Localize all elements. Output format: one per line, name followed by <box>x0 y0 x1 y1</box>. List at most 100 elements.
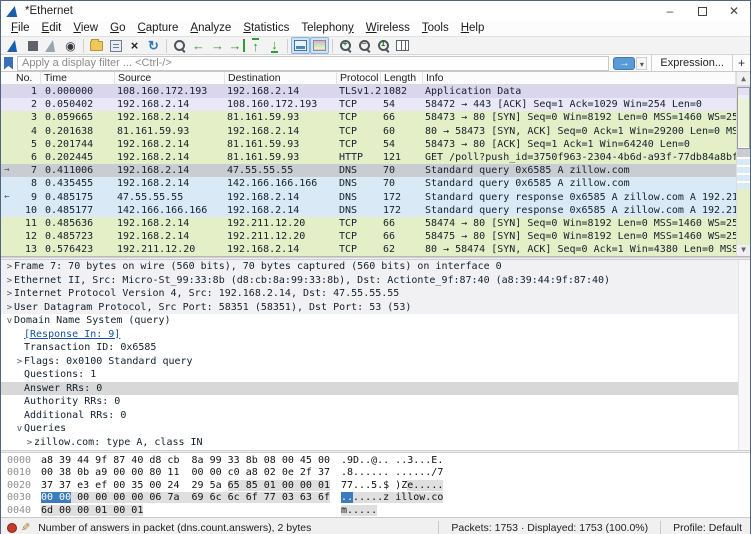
detail-row[interactable]: Answer RRs: 0 <box>1 381 750 395</box>
capture-options-button[interactable]: ◉ <box>61 37 80 54</box>
hex-ascii[interactable]: .8...... ....../7 <box>341 467 443 478</box>
goto-packet-button[interactable]: → <box>227 37 246 54</box>
restart-capture-button[interactable] <box>42 37 61 54</box>
collapsed-chevron-icon[interactable]: > <box>5 302 14 316</box>
filter-bookmark-icon[interactable] <box>4 56 13 70</box>
response-in-link[interactable]: [Response In: 9] <box>24 329 120 340</box>
detail-row[interactable]: > Frame 7: 70 bytes on wire (560 bits), 7… <box>1 260 750 274</box>
detail-row[interactable]: > User Datagram Protocol, Src Port: 58351… <box>1 300 750 316</box>
hex-ascii[interactable]: 77...5.$ )Ze..... <box>341 479 444 491</box>
scroll-up-icon[interactable]: ▲ <box>737 72 750 85</box>
column-header-protocol[interactable]: Protocol <box>337 72 381 84</box>
previous-packet-button[interactable]: ← <box>189 37 208 54</box>
packet-row[interactable]: 8 0.435455 192.168.2.14 142.166.166.166 DNS 7… <box>1 177 736 191</box>
expert-info-icon[interactable] <box>7 522 17 533</box>
collapsed-chevron-icon[interactable]: > <box>25 437 34 451</box>
zoom-reset-button[interactable]: 1 <box>374 37 393 54</box>
packet-row[interactable]: 11 0.485636 192.168.2.14 192.211.12.20 TCP 66… <box>1 216 736 231</box>
detail-row[interactable]: > Flags: 0x0100 Standard query <box>1 355 750 369</box>
column-header-length[interactable]: Length <box>381 72 423 84</box>
menu-edit[interactable]: Edit <box>36 21 68 36</box>
filter-dropdown-caret[interactable]: ▾ <box>636 56 648 70</box>
collapsed-chevron-icon[interactable]: > <box>5 275 14 289</box>
collapsed-chevron-icon[interactable]: > <box>5 261 14 275</box>
packet-row[interactable]: 12 0.485723 192.168.2.14 192.211.12.20 TCP 66… <box>1 230 736 244</box>
packet-row[interactable]: 4 0.201638 81.161.59.93 192.168.2.14 TCP 60 80… <box>1 124 736 138</box>
hex-bytes[interactable]: a8 39 44 9f 87 40 d8 cb 8a 99 33 8b 08 0… <box>41 455 341 467</box>
hex-row[interactable]: 0020 37 37 e3 ef 00 35 00 24 29 5a 65 85 … <box>7 479 750 492</box>
find-packet-button[interactable] <box>170 37 189 54</box>
column-header-destination[interactable]: Destination <box>225 72 337 84</box>
column-header-time[interactable]: Time <box>41 72 115 84</box>
packet-row[interactable]: 3 0.059665 192.168.2.14 81.161.59.93 TCP 66 58… <box>1 111 736 125</box>
hex-bytes[interactable]: 6d 00 00 01 00 01 <box>41 504 341 517</box>
packet-row[interactable]: ← 9 0.485175 47.55.55.55 192.168.2.14 DNS 172 S… <box>1 190 736 204</box>
scrollbar-minimap[interactable] <box>737 85 750 245</box>
detail-row[interactable]: > zillow.com: type A, class IN <box>1 436 750 450</box>
collapsed-chevron-icon[interactable]: > <box>15 356 24 370</box>
hex-ascii[interactable]: m..... <box>341 504 378 516</box>
packet-row[interactable]: 10 0.485177 142.166.166.166 192.168.2.14 DNS… <box>1 203 736 217</box>
menu-analyze[interactable]: Analyze <box>184 21 237 36</box>
packet-row[interactable]: 5 0.201744 192.168.2.14 81.161.59.93 TCP 54 58… <box>1 137 736 151</box>
close-button[interactable]: ✕ <box>718 1 750 21</box>
hex-bytes[interactable]: 00 38 0b a9 00 00 80 11 00 00 c0 a8 02 0… <box>41 467 341 479</box>
detail-row[interactable]: Transaction ID: 0x6585 <box>1 341 750 355</box>
column-header-info[interactable]: Info <box>423 72 736 84</box>
add-filter-button[interactable]: + <box>732 54 750 72</box>
detail-row[interactable]: > Ethernet II, Src: Micro-St_99:33:8b (d8… <box>1 273 750 289</box>
last-packet-button[interactable]: ↓ <box>265 37 284 54</box>
column-header-no[interactable]: No. <box>13 72 41 84</box>
hex-row[interactable]: 0030 00 00 00 00 00 00 06 7a 69 6c 6c 6f … <box>7 492 750 504</box>
reload-file-button[interactable]: ↻ <box>144 37 163 54</box>
menu-wireless[interactable]: Wireless <box>360 21 416 36</box>
expanded-chevron-icon[interactable]: v <box>15 423 24 437</box>
next-packet-button[interactable]: → <box>208 37 227 54</box>
hex-bytes[interactable]: 37 37 e3 ef 00 35 00 24 29 5a 65 85 01 0… <box>41 479 341 492</box>
menu-tools[interactable]: Tools <box>416 21 455 36</box>
menu-capture[interactable]: Capture <box>131 21 184 36</box>
detail-row[interactable]: v Queries <box>1 422 750 436</box>
detail-row[interactable]: Authority RRs: 0 <box>1 395 750 409</box>
scrollbar-thumb[interactable] <box>737 87 750 149</box>
packet-row[interactable]: 2 0.050402 192.168.2.14 108.160.172.193 TCP 5… <box>1 98 736 112</box>
hex-row[interactable]: 0040 6d 00 00 01 00 01 m..... <box>7 504 750 517</box>
collapsed-chevron-icon[interactable]: > <box>5 288 14 302</box>
apply-filter-button[interactable]: → <box>613 56 636 70</box>
hex-ascii[interactable]: .......z illow.co <box>341 492 444 504</box>
hex-bytes[interactable]: 00 00 00 00 00 00 06 7a 69 6c 6c 6f 77 0… <box>41 492 341 504</box>
resize-columns-button[interactable] <box>393 37 412 54</box>
detail-row[interactable]: Additional RRs: 0 <box>1 409 750 423</box>
open-file-button[interactable] <box>87 37 106 54</box>
hex-row[interactable]: 0000 a8 39 44 9f 87 40 d8 cb 8a 99 33 8b … <box>7 455 750 467</box>
expression-button[interactable]: Expression... <box>651 54 732 72</box>
expanded-chevron-icon[interactable]: v <box>5 315 14 329</box>
packet-row[interactable]: 1 0.000000 108.160.172.193 192.168.2.14 TLSv… <box>1 85 736 99</box>
restore-button[interactable] <box>686 1 718 21</box>
detail-row[interactable]: v Domain Name System (query) <box>1 314 750 328</box>
detail-row[interactable]: Questions: 1 <box>1 368 750 382</box>
close-file-button[interactable]: × <box>125 37 144 54</box>
capture-comment-icon[interactable]: ✎ <box>21 521 30 534</box>
first-packet-button[interactable]: ↑ <box>246 37 265 54</box>
menu-help[interactable]: Help <box>455 21 491 36</box>
packet-row[interactable]: 6 0.202445 192.168.2.14 81.161.59.93 HTTP 121… <box>1 150 736 165</box>
hex-row[interactable]: 0010 00 38 0b a9 00 00 80 11 00 00 c0 a8 … <box>7 467 750 479</box>
colorize-button[interactable] <box>310 37 329 54</box>
profile-text[interactable]: Profile: Default <box>667 522 750 534</box>
display-filter-input[interactable] <box>17 55 610 71</box>
column-header-source[interactable]: Source <box>115 72 225 84</box>
menu-view[interactable]: View <box>67 21 104 36</box>
scroll-down-icon[interactable]: ▼ <box>737 243 750 256</box>
packet-row[interactable]: 13 0.576423 192.211.12.20 192.168.2.14 TCP 62… <box>1 243 736 256</box>
save-file-button[interactable] <box>106 37 125 54</box>
zoom-out-button[interactable]: − <box>355 37 374 54</box>
menu-statistics[interactable]: Statistics <box>237 21 295 36</box>
details-scrollbar[interactable] <box>738 260 750 450</box>
packet-list-scrollbar[interactable]: ▲ ▼ <box>736 72 750 256</box>
packet-row[interactable]: → 7 0.411006 192.168.2.14 47.55.55.55 DNS 70 St… <box>1 164 736 178</box>
menu-go[interactable]: Go <box>104 21 131 36</box>
menu-telephony[interactable]: Telephony <box>295 21 359 36</box>
autoscroll-button[interactable] <box>291 37 310 54</box>
detail-row[interactable]: > Internet Protocol Version 4, Src: 192.1… <box>1 287 750 301</box>
